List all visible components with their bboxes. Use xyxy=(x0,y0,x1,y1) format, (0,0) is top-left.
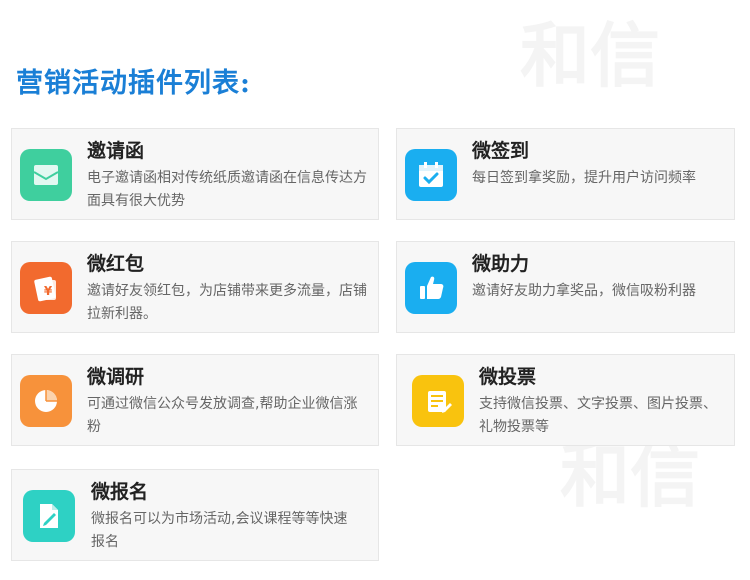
plugin-card-invitation[interactable]: 邀请函 电子邀请函相对传统纸质邀请函在信息传达方面具有很大优势 xyxy=(11,128,379,220)
plugin-desc: 邀请好友助力拿奖品，微信吸粉利器 xyxy=(472,283,696,299)
page-title: 营销活动插件列表: xyxy=(16,68,251,99)
plugin-title: 微报名 xyxy=(91,481,149,503)
plugin-card-redpacket[interactable]: ¥ 微红包 邀请好友领红包，为店铺带来更多流量，店铺拉新利器。 xyxy=(11,241,379,333)
plugin-title: 微红包 xyxy=(87,253,145,275)
plugin-title: 微调研 xyxy=(87,366,145,388)
plugin-card-boost[interactable]: 微助力 邀请好友助力拿奖品，微信吸粉利器 xyxy=(396,241,735,333)
plugin-desc: 邀请好友领红包，为店铺带来更多流量，店铺拉新利器。 xyxy=(87,283,367,322)
plugin-card-checkin[interactable]: 微签到 每日签到拿奖励，提升用户访问频率 xyxy=(396,128,735,220)
plugin-card-vote[interactable]: 微投票 支持微信投票、文字投票、图片投票、礼物投票等 xyxy=(396,354,735,446)
plugin-title: 邀请函 xyxy=(87,140,145,162)
plugin-desc: 支持微信投票、文字投票、图片投票、礼物投票等 xyxy=(479,396,717,435)
envelope-icon xyxy=(20,149,72,201)
svg-text:¥: ¥ xyxy=(44,284,53,298)
plugin-title: 微助力 xyxy=(472,253,530,275)
plugin-desc: 微报名可以为市场活动,会议课程等等快速报名 xyxy=(91,511,348,550)
vote-document-icon xyxy=(412,375,464,427)
plugin-desc: 可通过微信公众号发放调查,帮助企业微信涨粉 xyxy=(87,396,358,435)
plugin-desc: 每日签到拿奖励，提升用户访问频率 xyxy=(472,170,696,186)
signup-document-icon xyxy=(23,490,75,542)
calendar-check-icon xyxy=(405,149,457,201)
plugin-card-survey[interactable]: 微调研 可通过微信公众号发放调查,帮助企业微信涨粉 xyxy=(11,354,379,446)
pie-chart-icon xyxy=(20,375,72,427)
plugin-title: 微签到 xyxy=(472,140,530,162)
watermark: 和信 xyxy=(520,0,660,101)
red-packet-icon: ¥ xyxy=(20,262,72,314)
plugin-desc: 电子邀请函相对传统纸质邀请函在信息传达方面具有很大优势 xyxy=(87,170,367,209)
thumbs-up-icon xyxy=(405,262,457,314)
plugin-title: 微投票 xyxy=(479,366,537,388)
plugin-card-signup[interactable]: 微报名 微报名可以为市场活动,会议课程等等快速报名 xyxy=(11,469,379,561)
